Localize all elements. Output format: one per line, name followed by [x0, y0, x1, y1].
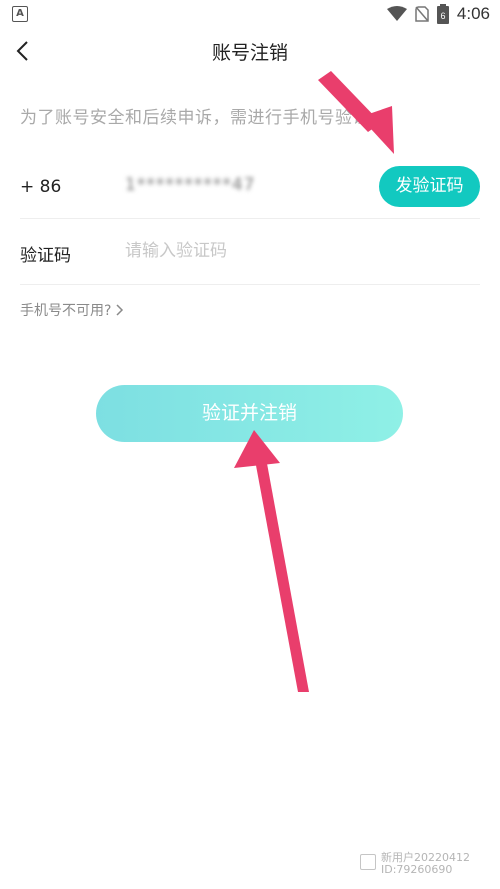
clock: 4:06 [456, 4, 490, 23]
chevron-right-icon [116, 304, 124, 316]
watermark-logo-icon [360, 854, 376, 870]
status-bar: A 6 4:06 [0, 0, 500, 28]
watermark: 新用户20220412 ID:79260690 [360, 852, 470, 876]
verification-notice: 为了账号安全和后续申诉，需进行手机号验证 [20, 108, 370, 128]
status-icons: 6 4:06 [386, 4, 490, 24]
verify-and-cancel-button[interactable]: 验证并注销 [96, 385, 403, 442]
arrow-annotation-bottom [234, 430, 309, 692]
code-input[interactable] [125, 236, 365, 266]
watermark-line2: ID:79260690 [381, 863, 453, 876]
send-code-button[interactable]: 发验证码 [379, 166, 480, 207]
battery-level: 6 [440, 11, 445, 21]
country-code[interactable]: + 86 [20, 177, 61, 197]
phone-row: + 86 1**********47 发验证码 [20, 160, 480, 219]
no-sim-icon [415, 6, 429, 22]
notification-icon: A [12, 6, 28, 22]
phone-number: 1**********47 [125, 175, 256, 195]
title-bar: 账号注销 [0, 28, 500, 78]
phone-unavailable-label: 手机号不可用? [20, 303, 112, 319]
code-label: 验证码 [20, 246, 71, 266]
battery-icon: 6 [436, 4, 449, 24]
phone-unavailable-link[interactable]: 手机号不可用? [20, 300, 125, 320]
code-row: 验证码 [20, 222, 480, 285]
page-title: 账号注销 [211, 42, 288, 64]
wifi-icon [386, 6, 407, 21]
annotation-arrows [234, 71, 394, 692]
